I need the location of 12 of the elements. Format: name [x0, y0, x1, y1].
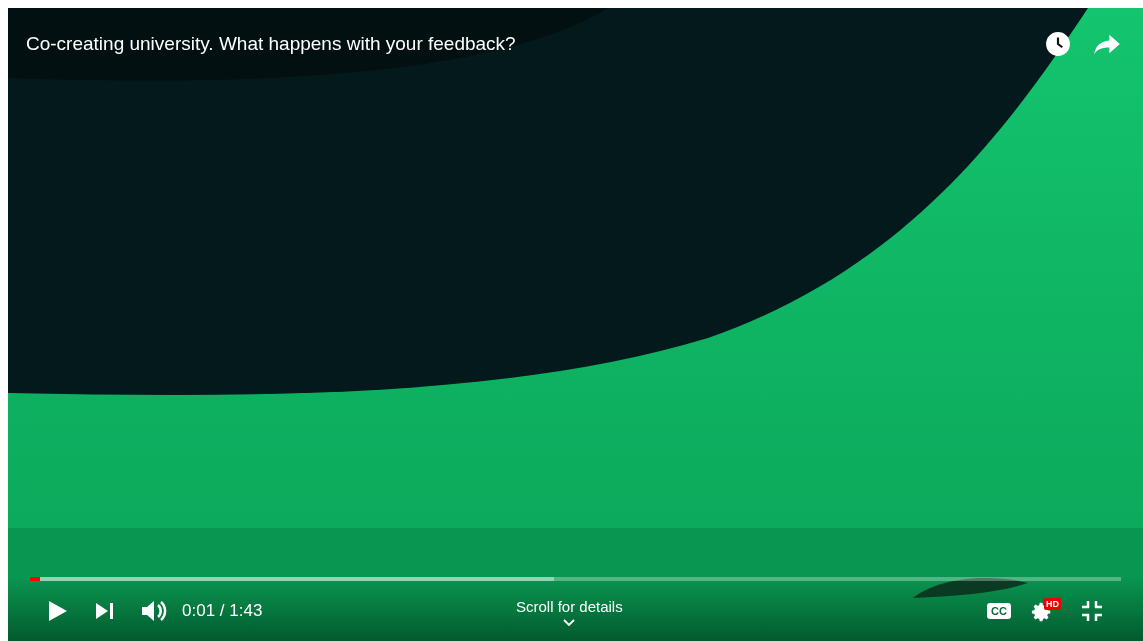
clock-icon[interactable] [1045, 31, 1071, 58]
scroll-hint[interactable]: Scroll for details [516, 596, 623, 619]
hd-badge: HD [1044, 598, 1061, 610]
exit-fullscreen-icon[interactable] [1081, 600, 1103, 622]
video-title: Co-creating university. What happens with your feedback? [26, 32, 516, 56]
progress-track[interactable] [30, 577, 1121, 581]
play-icon[interactable] [48, 600, 68, 622]
captions-button[interactable]: CC [987, 603, 1011, 619]
next-icon[interactable] [96, 603, 114, 619]
chevron-down-icon[interactable] [563, 618, 576, 626]
time-display: 0:01 / 1:43 [182, 600, 263, 623]
volume-icon[interactable] [142, 600, 168, 622]
